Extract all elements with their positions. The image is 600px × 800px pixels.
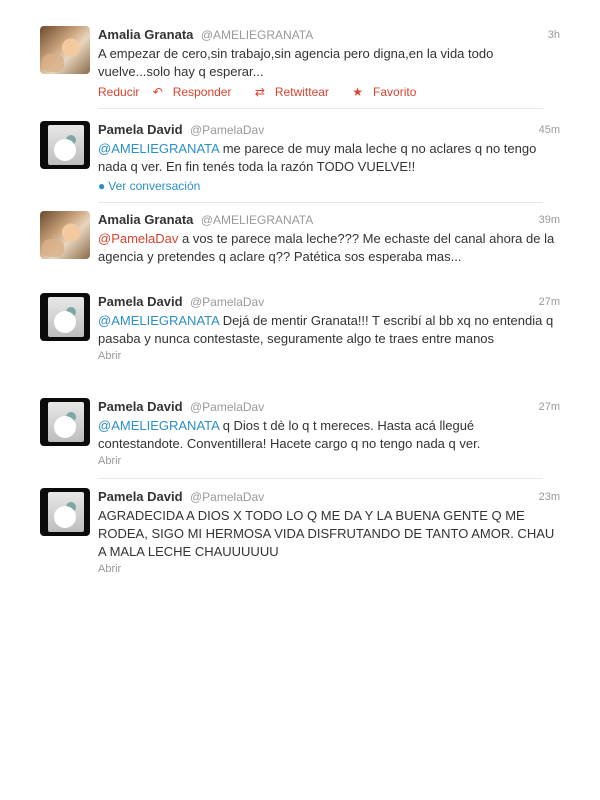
user-handle[interactable]: @PamelaDav: [190, 123, 264, 137]
reply-label: Responder: [172, 85, 232, 99]
timestamp[interactable]: 27m: [539, 398, 560, 416]
mention-link[interactable]: @AMELIEGRANATA: [98, 313, 219, 328]
tweet-content: Pamela David @PamelaDav 27m @AMELIEGRANA…: [98, 398, 560, 467]
tweet-text: @AMELIEGRANATA q Dios t dè lo q t merece…: [98, 417, 560, 453]
tweet: Pamela David @PamelaDav 45m @AMELIEGRANA…: [0, 121, 560, 195]
tweet: Pamela David @PamelaDav 27m @AMELIEGRANA…: [0, 398, 560, 470]
tweet-actions: Reducir ↶ Responder ⇄ Retwittear ★ Favorito: [98, 84, 560, 100]
view-conversation-label: Ver conversación: [108, 179, 201, 193]
user-name[interactable]: Amalia Granata: [98, 27, 193, 42]
tweet-content: Pamela David @PamelaDav 45m @AMELIEGRANA…: [98, 121, 560, 193]
divider: [98, 202, 543, 203]
tweet: Amalia Granata @AMELIEGRANATA 3h A empez…: [0, 26, 560, 106]
user-handle[interactable]: @PamelaDav: [190, 295, 264, 309]
tweet-text: AGRADECIDA A DIOS X TODO LO Q ME DA Y LA…: [98, 508, 555, 559]
tweet-content: Pamela David @PamelaDav 23m AGRADECIDA A…: [98, 488, 560, 575]
user-name[interactable]: Pamela David: [98, 122, 183, 137]
view-conversation-link[interactable]: ● Ver conversación: [98, 179, 560, 193]
avatar[interactable]: [40, 293, 90, 341]
avatar[interactable]: [40, 398, 90, 446]
user-name[interactable]: Pamela David: [98, 294, 183, 309]
user-handle[interactable]: @AMELIEGRANATA: [201, 28, 313, 42]
retweet-button[interactable]: ⇄ Retwittear: [255, 85, 339, 99]
user-name[interactable]: Pamela David: [98, 489, 183, 504]
star-icon: ★: [352, 85, 364, 99]
reply-icon: ↶: [152, 85, 163, 99]
timestamp[interactable]: 27m: [539, 293, 560, 311]
mention-link[interactable]: @AMELIEGRANATA: [98, 418, 219, 433]
mention-link[interactable]: @AMELIEGRANATA: [98, 141, 219, 156]
timestamp[interactable]: 3h: [548, 26, 560, 44]
timestamp[interactable]: 45m: [539, 121, 560, 139]
tweet-content: Amalia Granata @AMELIEGRANATA 3h A empez…: [98, 26, 560, 100]
open-tweet-link[interactable]: Abrir: [98, 563, 560, 575]
avatar[interactable]: [40, 488, 90, 536]
user-handle[interactable]: @AMELIEGRANATA: [201, 213, 313, 227]
avatar[interactable]: [40, 211, 90, 259]
mention-link[interactable]: @PamelaDav: [98, 231, 178, 246]
reduce-button[interactable]: Reducir: [98, 85, 139, 99]
timestamp[interactable]: 39m: [539, 211, 560, 229]
speech-bubble-icon: ●: [98, 179, 106, 193]
avatar[interactable]: [40, 26, 90, 74]
open-tweet-link[interactable]: Abrir: [98, 455, 560, 467]
divider: [98, 108, 543, 109]
retweet-label: Retwittear: [274, 85, 329, 99]
favorite-button[interactable]: ★ Favorito: [352, 85, 426, 99]
tweet: Pamela David @PamelaDav 23m AGRADECIDA A…: [0, 488, 560, 578]
reply-button[interactable]: ↶ Responder: [153, 85, 242, 99]
tweet: Pamela David @PamelaDav 27m @AMELIEGRANA…: [0, 293, 560, 383]
tweet-text: @AMELIEGRANATA Dejá de mentir Granata!!!…: [98, 312, 560, 348]
timestamp[interactable]: 23m: [539, 488, 560, 506]
divider: [98, 478, 543, 479]
favorite-label: Favorito: [373, 85, 417, 99]
tweet: Amalia Granata @AMELIEGRANATA 39m @Pamel…: [0, 211, 560, 287]
user-name[interactable]: Amalia Granata: [98, 212, 193, 227]
tweet-text: A empezar de cero,sin trabajo,sin agenci…: [98, 46, 494, 79]
tweet-text: @PamelaDav a vos te parece mala leche???…: [98, 230, 560, 266]
open-tweet-link[interactable]: Abrir: [98, 350, 560, 362]
tweet-content: Amalia Granata @AMELIEGRANATA 39m @Pamel…: [98, 211, 560, 266]
user-name[interactable]: Pamela David: [98, 399, 183, 414]
user-handle[interactable]: @PamelaDav: [190, 490, 264, 504]
retweet-icon: ⇄: [254, 85, 265, 99]
avatar[interactable]: [40, 121, 90, 169]
tweet-content: Pamela David @PamelaDav 27m @AMELIEGRANA…: [98, 293, 560, 362]
tweet-text: @AMELIEGRANATA me parece de muy mala lec…: [98, 140, 560, 176]
user-handle[interactable]: @PamelaDav: [190, 400, 264, 414]
